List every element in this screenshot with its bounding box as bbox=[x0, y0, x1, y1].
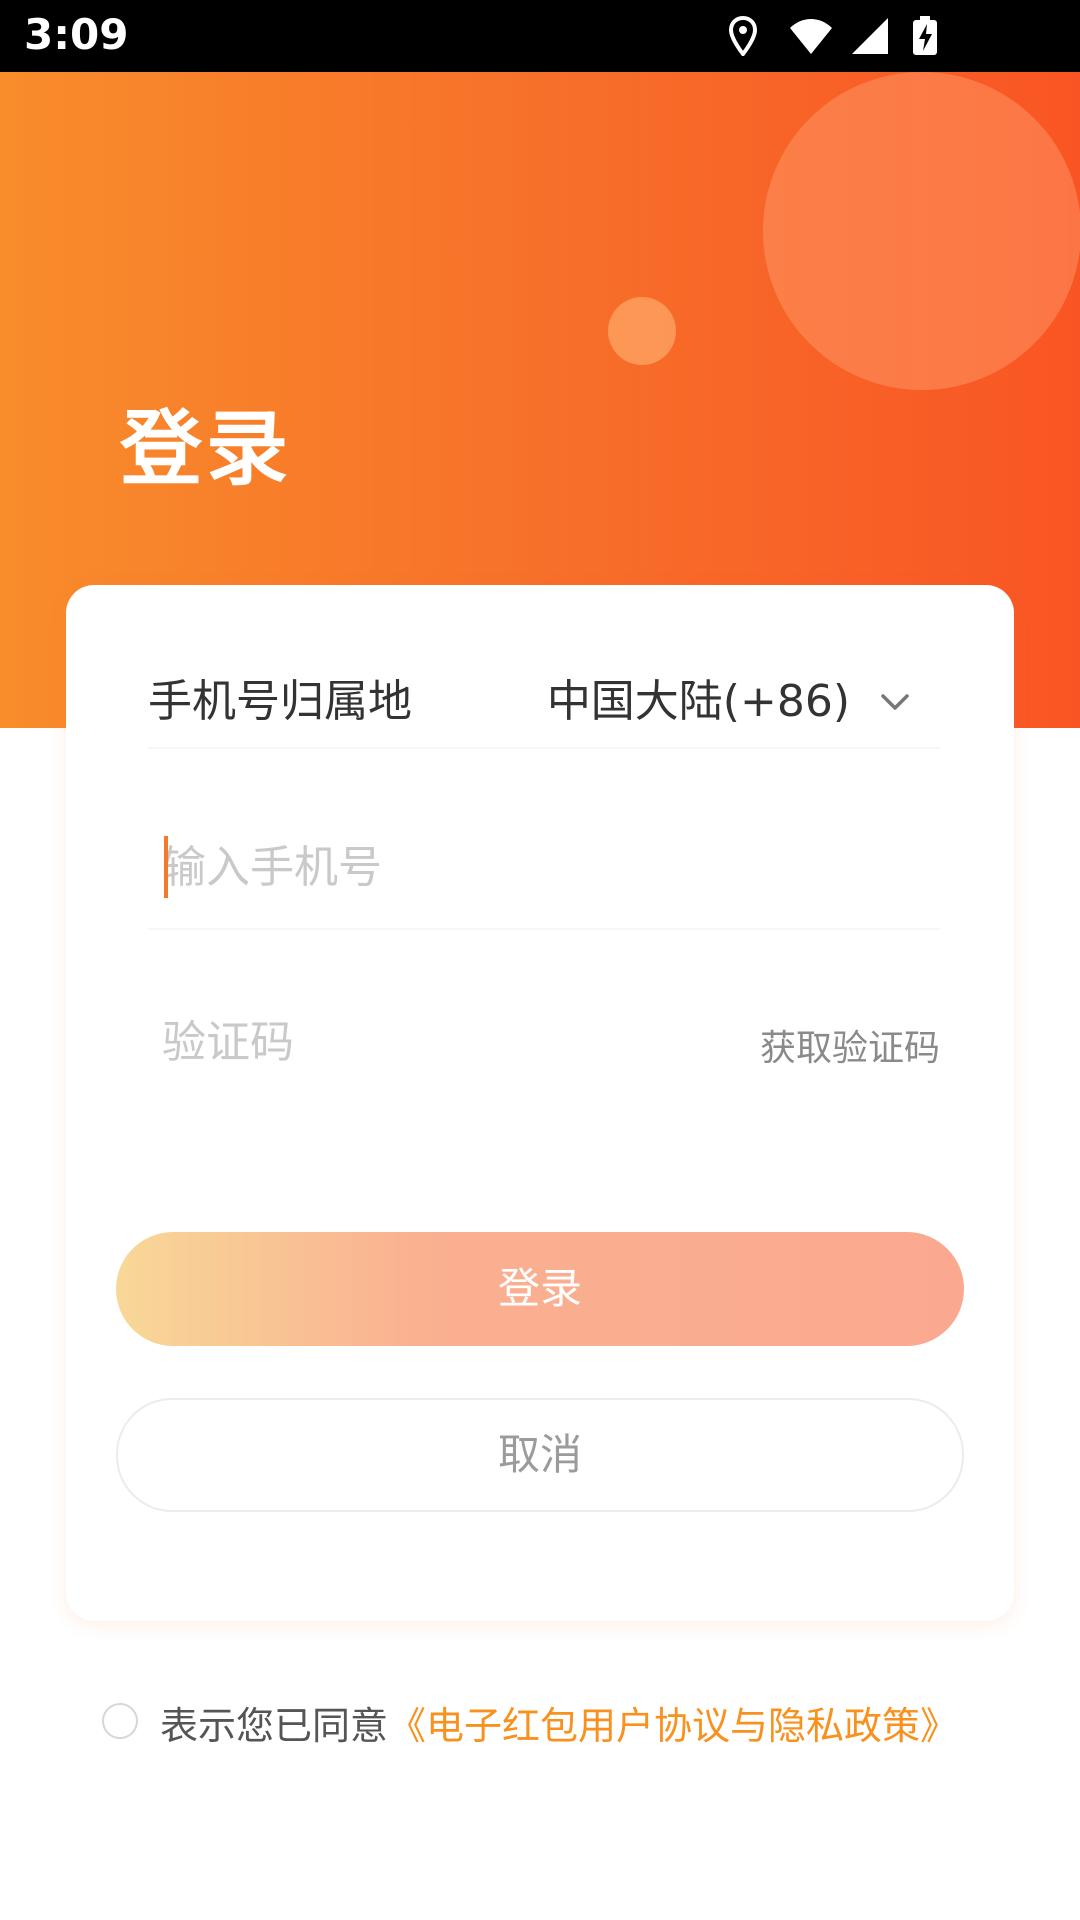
region-selector[interactable]: 手机号归属地 中国大陆(+86) bbox=[148, 665, 940, 749]
decorative-circle-small bbox=[608, 297, 676, 365]
status-time: 3:09 bbox=[24, 10, 129, 59]
region-label: 手机号归属地 bbox=[148, 676, 412, 727]
agreement-checkbox[interactable] bbox=[102, 1703, 138, 1739]
agreement-prefix: 表示您已同意 bbox=[160, 1704, 389, 1748]
chevron-down-icon[interactable] bbox=[878, 685, 912, 719]
decorative-circle-large bbox=[763, 72, 1080, 390]
signal-icon bbox=[852, 18, 888, 54]
location-icon bbox=[728, 16, 758, 56]
battery-charging-icon bbox=[913, 16, 937, 55]
agreement-text: 表示您已同意《电子红包用户协议与隐私政策》 bbox=[160, 1695, 958, 1750]
page-title: 登录 bbox=[120, 402, 293, 497]
region-value[interactable]: 中国大陆(+86) bbox=[547, 665, 850, 729]
code-row: 获取验证码 bbox=[148, 1005, 940, 1085]
login-card: 手机号归属地 中国大陆(+86) 获取验证码 登录 取消 bbox=[66, 585, 1014, 1621]
login-button[interactable]: 登录 bbox=[116, 1232, 964, 1346]
wifi-icon bbox=[790, 19, 832, 54]
agreement-link[interactable]: 《电子红包用户协议与隐私政策》 bbox=[388, 1704, 958, 1748]
verification-code-input[interactable] bbox=[162, 1005, 642, 1079]
cancel-button[interactable]: 取消 bbox=[116, 1398, 964, 1512]
text-cursor bbox=[164, 836, 168, 898]
phone-row bbox=[148, 830, 940, 930]
status-bar: 3:09 bbox=[0, 0, 1080, 72]
get-code-button[interactable]: 获取验证码 bbox=[760, 1019, 940, 1071]
phone-input[interactable] bbox=[162, 830, 922, 904]
